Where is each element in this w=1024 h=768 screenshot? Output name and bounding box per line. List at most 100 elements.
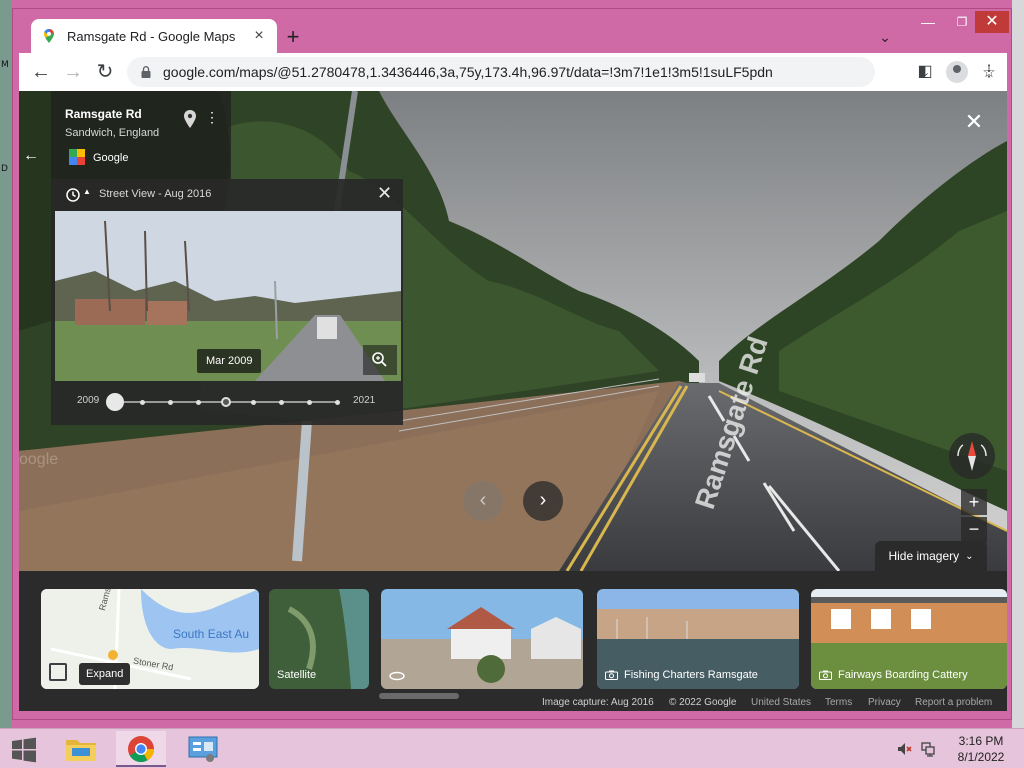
reload-button[interactable]: ↻ <box>89 56 121 88</box>
timeline-start-year: 2009 <box>77 395 100 406</box>
browser-menu-icon[interactable]: ⋮ <box>973 56 1005 88</box>
time-machine-close-icon[interactable]: ✕ <box>377 183 392 204</box>
profile-avatar[interactable] <box>946 61 968 83</box>
mini-map-card[interactable]: South East Au Ramsgate Rd Stoner Rd Expa… <box>41 589 259 689</box>
terms-link[interactable]: Terms <box>825 697 852 708</box>
region-link[interactable]: United States <box>751 697 811 708</box>
maps-favicon-icon <box>44 29 54 43</box>
timeline-dot[interactable] <box>306 399 312 405</box>
new-tab-button[interactable]: + <box>279 23 307 51</box>
expand-tooltip: Expand <box>79 663 131 685</box>
satellite-label: Satellite <box>277 669 317 681</box>
taskbar: 3:16 PM 8/1/2022 <box>0 728 1024 768</box>
image-capture-date: Image capture: Aug 2016 <box>542 697 654 708</box>
report-problem-link[interactable]: Report a problem <box>915 697 992 708</box>
toolbar-right: ◧ ⋮ <box>909 56 1005 88</box>
more-options-icon[interactable]: ⋮ <box>205 107 219 129</box>
hide-imagery-button[interactable]: Hide imagery ⌄ <box>875 541 987 571</box>
control-panel-icon <box>188 736 218 762</box>
imagery-strip: South East Au Ramsgate Rd Stoner Rd Expa… <box>19 571 1007 711</box>
timeline-current-marker[interactable] <box>221 397 231 407</box>
timeline-dot[interactable] <box>251 399 257 405</box>
maps-content: Ramsgate Rd oogle ← Ramsgate Rd Sandwich… <box>19 91 1007 711</box>
tab-title: Ramsgate Rd - Google Maps <box>67 28 236 44</box>
time-machine-header[interactable]: ▲ Street View - Aug 2016 ✕ <box>51 179 403 211</box>
timeline-selected-handle[interactable] <box>106 393 124 411</box>
tab-search-icon[interactable]: ⌄ <box>873 25 897 49</box>
timeline-dot[interactable] <box>195 399 201 405</box>
compass-button[interactable] <box>949 433 995 479</box>
address-bar[interactable]: google.com/maps/@51.2780478,1.3436446,3a… <box>127 57 996 87</box>
chrome-taskbar-button[interactable] <box>116 731 166 767</box>
timeline-dot[interactable] <box>168 399 173 405</box>
zoom-in-button[interactable]: + <box>961 489 987 515</box>
browser-tab[interactable]: Ramsgate Rd - Google Maps × <box>31 19 277 53</box>
camera-icon <box>819 670 832 680</box>
tab-close-icon[interactable]: × <box>251 27 267 45</box>
privacy-link[interactable]: Privacy <box>868 697 901 708</box>
photo-card-3-label: Fairways Boarding Cattery <box>819 669 968 681</box>
timeline-dot[interactable] <box>140 399 146 405</box>
map-pin-icon[interactable] <box>181 109 199 129</box>
photo-card-1[interactable] <box>381 589 583 689</box>
zoom-magnifier-icon <box>372 352 387 367</box>
control-panel-button[interactable] <box>178 731 228 767</box>
360-photo-icon <box>389 671 405 681</box>
timeline-dot[interactable] <box>279 399 284 405</box>
timeline-dot[interactable] <box>334 399 340 405</box>
photo-card-2-label: Fishing Charters Ramsgate <box>605 669 758 681</box>
network-icon[interactable] <box>920 741 936 757</box>
map-area-label: South East Au <box>173 627 250 641</box>
back-to-map-icon[interactable]: ← <box>23 147 39 165</box>
google-watermark: oogle <box>19 451 59 468</box>
place-name: Ramsgate Rd <box>65 107 142 121</box>
selected-date-chip: Mar 2009 <box>197 349 262 373</box>
taskbar-clock[interactable]: 3:16 PM 8/1/2022 <box>950 733 1012 765</box>
photo-card-3[interactable]: Fairways Boarding Cattery <box>811 589 1007 689</box>
preview-zoom-button[interactable] <box>363 345 397 375</box>
time-machine-panel: ▲ Street View - Aug 2016 ✕ Mar 2009 2009… <box>51 179 403 425</box>
time-machine-label: Street View - Aug 2016 <box>99 188 212 200</box>
file-explorer-button[interactable] <box>56 731 106 767</box>
clock-date: 8/1/2022 <box>957 750 1005 764</box>
title-bar: Ramsgate Rd - Google Maps × + ⌄ — ❐ ✕ <box>13 9 1011 53</box>
windows-start-icon[interactable] <box>10 737 38 763</box>
chevron-down-icon: ⌄ <box>965 550 974 562</box>
compass-icon <box>957 441 987 471</box>
desktop-letter-d: D <box>1 164 8 174</box>
minimize-button[interactable]: — <box>913 11 943 33</box>
place-location: Sandwich, England <box>65 127 160 139</box>
collapse-caret-icon: ▲ <box>83 187 91 196</box>
place-info-panel: ← Ramsgate Rd Sandwich, England ⋮ Google <box>23 91 231 179</box>
maximize-button[interactable]: ❐ <box>947 11 977 33</box>
hide-imagery-label: Hide imagery <box>888 549 960 563</box>
zoom-out-button[interactable]: − <box>961 517 987 543</box>
photo-card-2-title: Fishing Charters Ramsgate <box>624 669 758 681</box>
back-button[interactable]: ← <box>25 56 57 88</box>
photo-house-image <box>381 589 583 689</box>
desktop-letter-m: M <box>1 60 9 70</box>
photo-card-3-title: Fairways Boarding Cattery <box>838 669 968 681</box>
photo-card-2[interactable]: Fishing Charters Ramsgate <box>597 589 799 689</box>
attribution-bar: Image capture: Aug 2016 © 2022 Google Un… <box>19 697 1007 711</box>
url-text: google.com/maps/@51.2780478,1.3436446,3a… <box>163 64 773 80</box>
forward-button[interactable]: → <box>57 56 89 88</box>
side-panel-icon[interactable]: ◧ <box>909 56 941 88</box>
lock-icon <box>141 66 151 78</box>
clock-time: 3:16 PM <box>958 734 1004 748</box>
browser-window: Ramsgate Rd - Google Maps × + ⌄ — ❐ ✕ ← … <box>12 8 1012 720</box>
satellite-card[interactable]: Satellite <box>269 589 369 689</box>
speaker-muted-icon[interactable] <box>896 741 912 757</box>
imagery-source: Google <box>93 152 129 164</box>
folder-icon <box>66 740 96 761</box>
previous-image-button[interactable]: ‹ <box>463 481 503 521</box>
expand-map-icon[interactable] <box>49 663 67 681</box>
browser-toolbar: ← → ↻ google.com/maps/@51.2780478,1.3436… <box>19 53 1007 91</box>
historic-preview-image[interactable]: Mar 2009 <box>55 211 401 381</box>
close-window-button[interactable]: ✕ <box>975 11 1009 33</box>
google-logo-icon <box>69 149 85 165</box>
next-image-button[interactable]: › <box>523 481 563 521</box>
chrome-icon <box>128 736 155 763</box>
camera-icon <box>605 670 618 680</box>
close-street-view-button[interactable]: ✕ <box>963 111 985 133</box>
